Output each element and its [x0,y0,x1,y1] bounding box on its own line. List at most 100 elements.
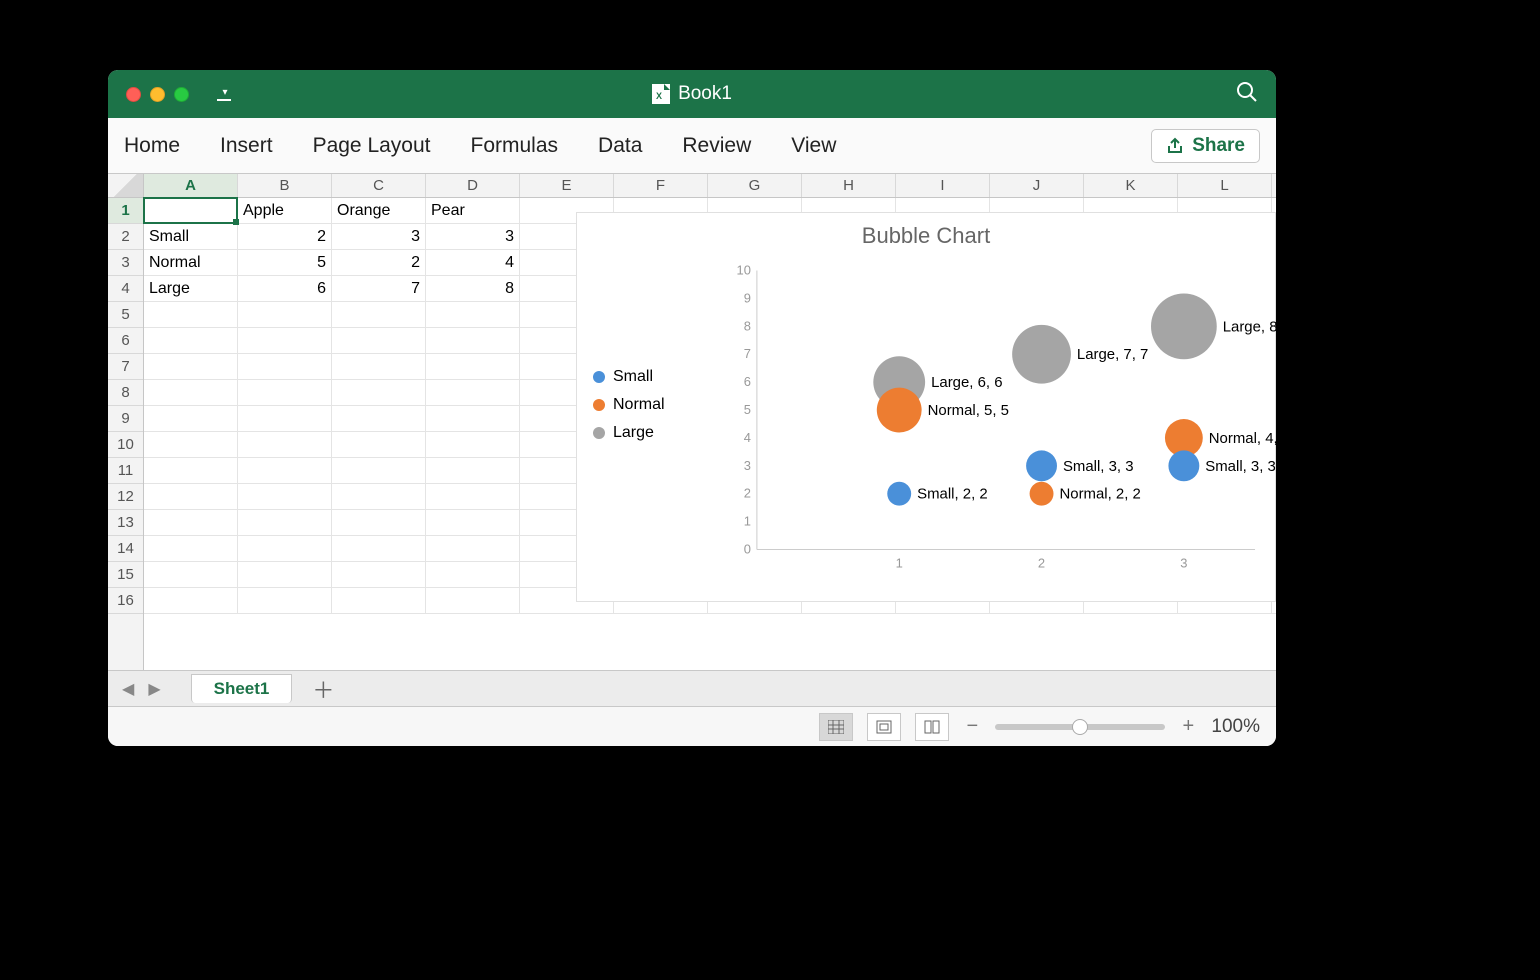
row-header-2[interactable]: 2 [108,224,143,250]
svg-text:3: 3 [744,458,751,473]
sheet-nav-next[interactable]: ▶ [144,679,164,699]
col-header-G[interactable]: G [708,174,802,197]
chart-legend: Small Normal Large [593,368,665,452]
svg-text:7: 7 [744,346,751,361]
zoom-out-button[interactable]: − [963,715,981,738]
cell-C3[interactable]: 2 [332,250,426,275]
col-header-D[interactable]: D [426,174,520,197]
zoom-slider[interactable] [995,724,1165,730]
col-header-C[interactable]: C [332,174,426,197]
zoom-in-button[interactable]: + [1179,715,1197,738]
svg-text:1: 1 [896,555,903,570]
tab-insert[interactable]: Insert [220,134,273,158]
row-header-4[interactable]: 4 [108,276,143,302]
svg-text:4: 4 [744,430,751,445]
svg-text:3: 3 [1180,555,1187,570]
chart-title: Bubble Chart [577,223,1275,249]
share-icon [1166,137,1184,155]
svg-text:Large, 8, 8: Large, 8, 8 [1223,318,1276,335]
close-window-button[interactable] [126,87,141,102]
col-header-K[interactable]: K [1084,174,1178,197]
sheet-nav-prev[interactable]: ◀ [118,679,138,699]
tab-review[interactable]: Review [682,134,751,158]
worksheet[interactable]: A B C D E F G H I J K L 1 2 3 4 5 6 7 8 … [108,174,1276,670]
row-header-12[interactable]: 12 [108,484,143,510]
row-header-16[interactable]: 16 [108,588,143,614]
svg-text:2: 2 [744,486,751,501]
row-header-10[interactable]: 10 [108,432,143,458]
view-page-break-button[interactable] [915,713,949,741]
minimize-window-button[interactable] [150,87,165,102]
cell-A3[interactable]: Normal [144,250,238,275]
svg-text:5: 5 [744,402,751,417]
share-button[interactable]: Share [1151,129,1260,163]
svg-text:0: 0 [744,542,751,557]
legend-dot-small [593,371,605,383]
row-header-5[interactable]: 5 [108,302,143,328]
titlebar: ▾ X Book1 [108,70,1276,118]
view-page-layout-button[interactable] [867,713,901,741]
row-header-9[interactable]: 9 [108,406,143,432]
row-header-8[interactable]: 8 [108,380,143,406]
cell-C1[interactable]: Orange [332,198,426,223]
legend-dot-large [593,427,605,439]
chart-plot-area: 012345678910123Small, 2, 2Small, 3, 3Sma… [727,259,1265,581]
col-header-E[interactable]: E [520,174,614,197]
cell-D3[interactable]: 4 [426,250,520,275]
col-header-B[interactable]: B [238,174,332,197]
cells-grid[interactable]: Apple Orange Pear Small 2 3 3 Normal 5 2… [144,198,1276,670]
cell-B3[interactable]: 5 [238,250,332,275]
maximize-window-button[interactable] [174,87,189,102]
cell-D4[interactable]: 8 [426,276,520,301]
cell-A1[interactable] [144,198,238,223]
grid-icon [828,720,844,734]
cell-A2[interactable]: Small [144,224,238,249]
row-header-6[interactable]: 6 [108,328,143,354]
row-header-14[interactable]: 14 [108,536,143,562]
cell-B1[interactable]: Apple [238,198,332,223]
cell-A4[interactable]: Large [144,276,238,301]
col-header-I[interactable]: I [896,174,990,197]
tab-formulas[interactable]: Formulas [471,134,559,158]
row-header-13[interactable]: 13 [108,510,143,536]
zoom-slider-thumb[interactable] [1072,719,1088,735]
row-header-11[interactable]: 11 [108,458,143,484]
row-header-3[interactable]: 3 [108,250,143,276]
cell-B4[interactable]: 6 [238,276,332,301]
select-all-corner[interactable] [108,174,144,197]
bubble-chart[interactable]: Bubble Chart Small Normal Large 0 1 2 3 4 5 6 7… [576,212,1276,602]
cell-C4[interactable]: 7 [332,276,426,301]
zoom-percent[interactable]: 100% [1211,716,1260,738]
svg-text:Small, 3, 3: Small, 3, 3 [1205,458,1276,475]
svg-text:Small, 3, 3: Small, 3, 3 [1063,458,1134,475]
row-header-15[interactable]: 15 [108,562,143,588]
cell-D1[interactable]: Pear [426,198,520,223]
col-header-L[interactable]: L [1178,174,1272,197]
cell-D2[interactable]: 3 [426,224,520,249]
tab-view[interactable]: View [791,134,836,158]
cell-B2[interactable]: 2 [238,224,332,249]
tab-data[interactable]: Data [598,134,642,158]
svg-text:1: 1 [744,514,751,529]
sheet-tabs-bar: ◀ ▶ Sheet1 ＋ [108,670,1276,706]
cell-C2[interactable]: 3 [332,224,426,249]
tab-page-layout[interactable]: Page Layout [313,134,431,158]
svg-text:X: X [656,91,662,101]
col-header-A[interactable]: A [144,174,238,197]
col-header-F[interactable]: F [614,174,708,197]
svg-text:6: 6 [744,374,751,389]
quick-access-toggle[interactable]: ▾ [217,87,231,101]
row-header-7[interactable]: 7 [108,354,143,380]
row-header-1[interactable]: 1 [108,198,143,224]
page-break-icon [924,720,940,734]
col-header-H[interactable]: H [802,174,896,197]
add-sheet-button[interactable]: ＋ [298,673,348,705]
svg-text:10: 10 [737,263,751,278]
excel-window: ▾ X Book1 Home Insert Page Layout Formul… [108,70,1276,746]
search-icon[interactable] [1236,81,1258,108]
col-header-J[interactable]: J [990,174,1084,197]
view-normal-button[interactable] [819,713,853,741]
svg-text:8: 8 [744,318,751,333]
tab-home[interactable]: Home [124,134,180,158]
sheet-tab-sheet1[interactable]: Sheet1 [191,674,293,703]
